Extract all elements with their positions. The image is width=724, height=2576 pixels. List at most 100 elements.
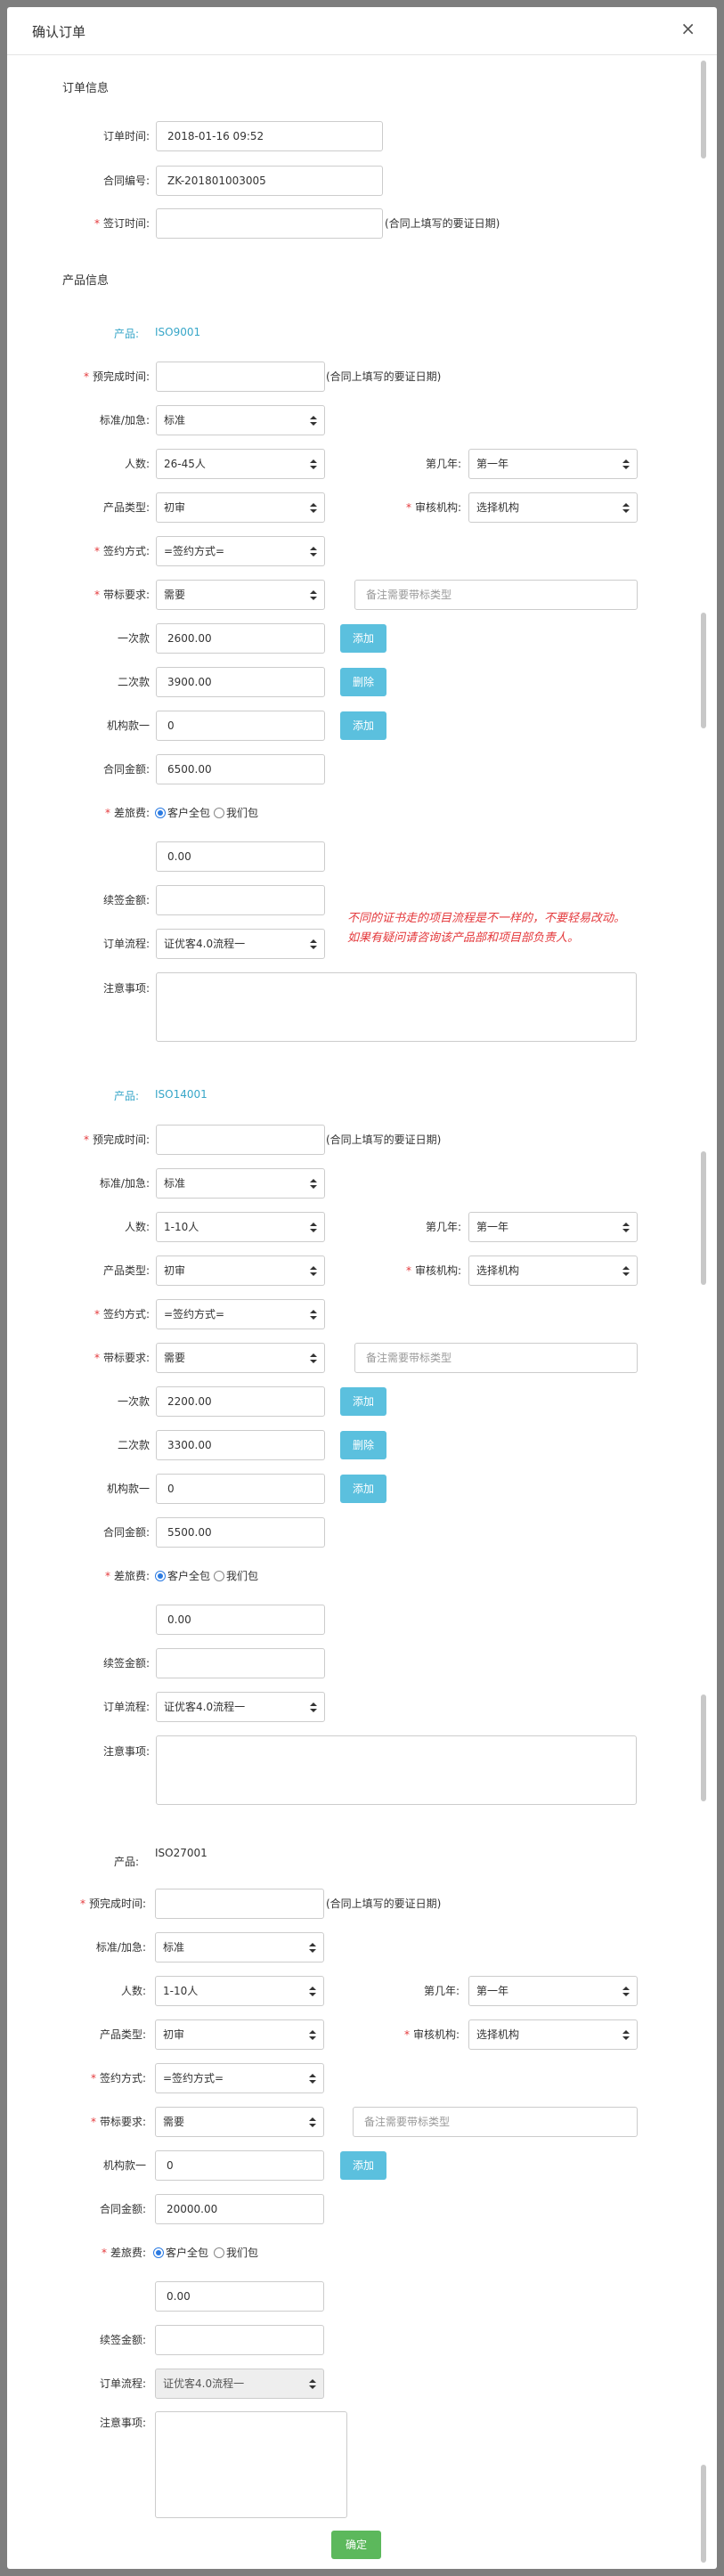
delete-button[interactable]: 删除 bbox=[340, 1431, 386, 1459]
finish-time-input[interactable] bbox=[156, 1125, 325, 1155]
audit-org-label: * 审核机构: bbox=[405, 501, 461, 514]
people-label: 人数: bbox=[120, 1985, 146, 1997]
sign-way-label: * 签约方式: bbox=[94, 1308, 150, 1321]
travel-amount-input[interactable]: 0.00 bbox=[156, 841, 325, 872]
sign-way-select[interactable]: =签约方式= bbox=[156, 536, 325, 566]
scrollbar-thumb[interactable] bbox=[701, 61, 706, 158]
audit-org-select[interactable]: 选择机构 bbox=[468, 1255, 638, 1286]
sign-time-input[interactable] bbox=[156, 208, 383, 239]
mark-note-input[interactable]: 备注需要带标类型 bbox=[354, 1343, 638, 1373]
notes-label: 注意事项: bbox=[99, 2417, 146, 2429]
contract-amount-label: 合同金额: bbox=[102, 1526, 150, 1539]
org-payment-input[interactable]: 0 bbox=[155, 2150, 324, 2181]
mark-label: * 带标要求: bbox=[90, 2116, 146, 2128]
close-icon[interactable]: × bbox=[680, 20, 696, 37]
sign-way-select[interactable]: =签约方式= bbox=[155, 2063, 324, 2093]
order-time-input[interactable]: 2018-01-16 09:52 bbox=[156, 121, 383, 151]
order-flow-select[interactable]: 证优客4.0流程一 bbox=[156, 1692, 325, 1722]
travel-amount-input[interactable]: 0.00 bbox=[155, 2281, 324, 2312]
year-select[interactable]: 第一年 bbox=[468, 449, 638, 479]
org-payment-input[interactable]: 0 bbox=[156, 711, 325, 741]
scrollbar-thumb[interactable] bbox=[701, 2465, 706, 2563]
contract-amount-input[interactable]: 20000.00 bbox=[155, 2194, 324, 2224]
standard-select[interactable]: 标准 bbox=[156, 405, 325, 435]
notes-label: 注意事项: bbox=[102, 1745, 150, 1758]
renew-amount-input[interactable] bbox=[156, 1648, 325, 1678]
travel-radio-us[interactable]: 我们包 bbox=[214, 804, 258, 822]
second-payment-label: 二次款 bbox=[117, 1439, 150, 1451]
notes-textarea[interactable] bbox=[155, 2411, 347, 2518]
sign-way-label: * 签约方式: bbox=[94, 545, 150, 557]
finish-time-input[interactable] bbox=[156, 362, 325, 392]
mark-note-input[interactable]: 备注需要带标类型 bbox=[354, 580, 638, 610]
scrollbar-thumb[interactable] bbox=[701, 1151, 706, 1285]
standard-select[interactable]: 标准 bbox=[156, 1168, 325, 1199]
standard-label: 标准/加急: bbox=[95, 1941, 146, 1954]
travel-label: * 差旅费: bbox=[104, 1570, 150, 1582]
add-button[interactable]: 添加 bbox=[340, 1475, 386, 1503]
travel-radio-customer[interactable]: 客户全包 bbox=[153, 2244, 208, 2262]
second-payment-input[interactable]: 3300.00 bbox=[156, 1430, 325, 1460]
finish-time-hint: (合同上填写的要证日期) bbox=[326, 370, 442, 383]
year-label: 第几年: bbox=[425, 458, 461, 470]
travel-radio-customer[interactable]: 客户全包 bbox=[155, 1567, 210, 1585]
product-type-label: 产品类型: bbox=[99, 2028, 146, 2041]
people-label: 人数: bbox=[124, 1221, 150, 1233]
renew-amount-input[interactable] bbox=[155, 2325, 324, 2355]
people-select[interactable]: 1-10人 bbox=[156, 1212, 325, 1242]
finish-time-input[interactable] bbox=[155, 1889, 324, 1919]
travel-radio-customer[interactable]: 客户全包 bbox=[155, 804, 210, 822]
sign-way-select[interactable]: =签约方式= bbox=[156, 1299, 325, 1329]
people-select[interactable]: 26-45人 bbox=[156, 449, 325, 479]
second-payment-input[interactable]: 3900.00 bbox=[156, 667, 325, 697]
standard-label: 标准/加急: bbox=[99, 1177, 150, 1190]
order-info-heading: 订单信息 bbox=[62, 82, 110, 95]
mark-label: * 带标要求: bbox=[94, 1352, 150, 1364]
product-type-select[interactable]: 初审 bbox=[155, 2019, 324, 2050]
product-name[interactable]: ISO14001 bbox=[155, 1088, 207, 1101]
notes-textarea[interactable] bbox=[156, 972, 637, 1042]
renew-amount-input[interactable] bbox=[156, 885, 325, 915]
year-select[interactable]: 第一年 bbox=[468, 1976, 638, 2006]
audit-org-select[interactable]: 选择机构 bbox=[468, 492, 638, 523]
scrollbar-thumb[interactable] bbox=[701, 613, 706, 728]
travel-radio-us[interactable]: 我们包 bbox=[214, 2244, 258, 2262]
audit-org-label: * 审核机构: bbox=[403, 2028, 460, 2041]
first-payment-input[interactable]: 2200.00 bbox=[156, 1386, 325, 1417]
add-button[interactable]: 添加 bbox=[340, 624, 386, 653]
scrollbar-thumb[interactable] bbox=[701, 1694, 706, 1801]
add-button[interactable]: 添加 bbox=[340, 1387, 386, 1416]
mark-select[interactable]: 需要 bbox=[156, 1343, 325, 1373]
notes-textarea[interactable] bbox=[156, 1735, 637, 1805]
people-select[interactable]: 1-10人 bbox=[155, 1976, 324, 2006]
finish-time-label: * 预完成时间: bbox=[83, 370, 150, 383]
confirm-button[interactable]: 确定 bbox=[331, 2531, 381, 2559]
travel-amount-input[interactable]: 0.00 bbox=[156, 1605, 325, 1635]
first-payment-input[interactable]: 2600.00 bbox=[156, 623, 325, 654]
delete-button[interactable]: 删除 bbox=[340, 668, 386, 696]
mark-label: * 带标要求: bbox=[94, 589, 150, 601]
add-button[interactable]: 添加 bbox=[340, 711, 386, 740]
org-payment-input[interactable]: 0 bbox=[156, 1474, 325, 1504]
product-type-select[interactable]: 初审 bbox=[156, 1255, 325, 1286]
year-select[interactable]: 第一年 bbox=[468, 1212, 638, 1242]
travel-radio-us[interactable]: 我们包 bbox=[214, 1567, 258, 1585]
standard-select[interactable]: 标准 bbox=[155, 1932, 324, 1962]
mark-note-input[interactable]: 备注需要带标类型 bbox=[353, 2107, 638, 2137]
mark-select[interactable]: 需要 bbox=[155, 2107, 324, 2137]
sign-time-hint: (合同上填写的要证日期) bbox=[385, 217, 500, 230]
contract-no-input[interactable]: ZK-201801003005 bbox=[156, 166, 383, 196]
product-name[interactable]: ISO9001 bbox=[155, 326, 200, 338]
radio-icon bbox=[214, 1571, 224, 1581]
add-button[interactable]: 添加 bbox=[340, 2151, 386, 2180]
product-type-select[interactable]: 初审 bbox=[156, 492, 325, 523]
order-flow-select[interactable]: 证优客4.0流程一 bbox=[156, 929, 325, 959]
order-flow-select[interactable]: 证优客4.0流程一 bbox=[155, 2369, 324, 2399]
mark-select[interactable]: 需要 bbox=[156, 580, 325, 610]
contract-amount-input[interactable]: 6500.00 bbox=[156, 754, 325, 784]
flow-warning-note: 不同的证书走的项目流程是不一样的，不要轻易改动。 如果有疑问请咨询该产品部和项目… bbox=[347, 912, 626, 945]
product-label: 产品: bbox=[114, 1090, 140, 1102]
contract-amount-input[interactable]: 5500.00 bbox=[156, 1517, 325, 1548]
audit-org-select[interactable]: 选择机构 bbox=[468, 2019, 638, 2050]
travel-label: * 差旅费: bbox=[104, 807, 150, 819]
